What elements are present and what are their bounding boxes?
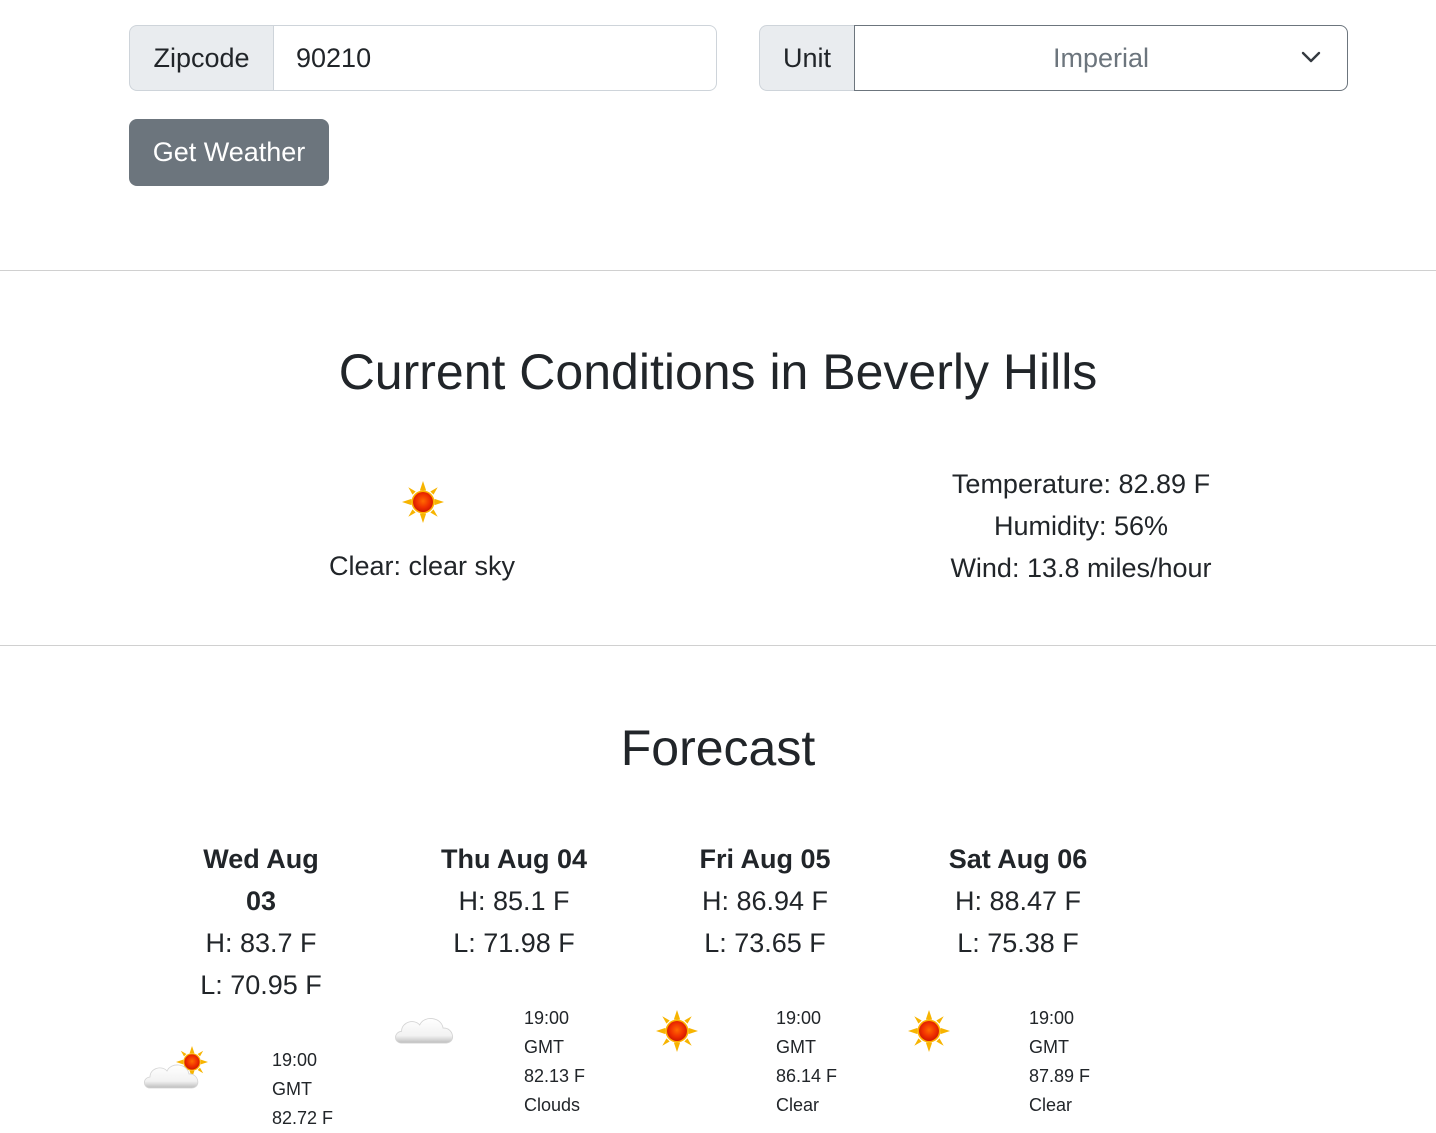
- slot-temp: 86.14 F: [776, 1066, 838, 1086]
- forecast-day-name: Fri Aug 05: [699, 844, 831, 874]
- slot-zone: GMT: [272, 1079, 312, 1099]
- partly-cloudy-icon: [143, 1046, 208, 1089]
- forecast-low: L: 73.65 F: [704, 928, 826, 958]
- forecast-day-name: Thu Aug 04: [441, 844, 587, 874]
- zipcode-label: Zipcode: [129, 25, 273, 91]
- forecast-high: H: 83.7 F: [205, 928, 317, 958]
- slot-zone: GMT: [1029, 1037, 1069, 1057]
- temperature-value: Temperature: 82.89 F: [951, 469, 1211, 499]
- unit-label: Unit: [759, 25, 854, 91]
- slot-time: 19:00: [524, 1008, 570, 1028]
- forecast-high: H: 85.1 F: [458, 886, 570, 916]
- slot-zone: GMT: [524, 1037, 564, 1057]
- clouds-icon: [395, 1018, 454, 1044]
- slot-temp: 82.72 F: [272, 1108, 334, 1128]
- current-conditions-title: Current Conditions in Beverly Hills: [338, 344, 1098, 400]
- wind-value: Wind: 13.8 miles/hour: [950, 553, 1212, 583]
- slot-time: 19:00: [776, 1008, 822, 1028]
- slot-condition: Clear: [1029, 1095, 1073, 1115]
- forecast-low: L: 70.95 F: [200, 970, 322, 1000]
- forecast-day: Fri Aug 05 H: 86.94 F L: 73.65 F: [680, 838, 850, 964]
- forecast-slot: 19:00 GMT 86.14 F Clear: [776, 1004, 837, 1120]
- zipcode-input-group: Zipcode 90210: [129, 25, 717, 91]
- zipcode-input[interactable]: 90210: [273, 25, 717, 91]
- forecast-low: L: 75.38 F: [957, 928, 1079, 958]
- slot-temp: 82.13 F: [524, 1066, 586, 1086]
- chevron-down-icon: [1301, 51, 1321, 63]
- forecast-day: Thu Aug 04 H: 85.1 F L: 71.98 F: [429, 838, 599, 964]
- current-description: Clear: clear sky: [328, 551, 516, 581]
- forecast-high: H: 88.47 F: [954, 886, 1082, 916]
- humidity-value: Humidity: 56%: [993, 511, 1169, 541]
- divider: [0, 645, 1436, 646]
- forecast-day-name-line2: 03: [245, 886, 277, 916]
- forecast-day-name: Wed Aug: [203, 844, 319, 874]
- get-weather-button[interactable]: Get Weather: [129, 119, 329, 186]
- slot-condition: Clouds: [524, 1095, 581, 1115]
- slot-time: 19:00: [272, 1050, 318, 1070]
- clear-sun-icon: [908, 1010, 950, 1052]
- unit-input-group: Unit Imperial: [759, 25, 1348, 91]
- unit-select[interactable]: Imperial: [854, 25, 1348, 91]
- unit-select-value: Imperial: [1052, 42, 1150, 73]
- forecast-high: H: 86.94 F: [701, 886, 829, 916]
- slot-zone: GMT: [776, 1037, 816, 1057]
- forecast-slot: 19:00 GMT 87.89 F Clear: [1029, 1004, 1090, 1120]
- clear-sky-sun-icon: [402, 481, 444, 523]
- forecast-day: Wed Aug 03 H: 83.7 F L: 70.95 F: [176, 838, 346, 1006]
- forecast-slot: 19:00 GMT 82.13 F Clouds: [524, 1004, 585, 1120]
- forecast-low: L: 71.98 F: [453, 928, 575, 958]
- divider: [0, 270, 1436, 271]
- forecast-title: Forecast: [620, 720, 816, 776]
- forecast-day: Sat Aug 06 H: 88.47 F L: 75.38 F: [933, 838, 1103, 964]
- forecast-slot: 19:00 GMT 82.72 F: [272, 1046, 333, 1133]
- slot-temp: 87.89 F: [1029, 1066, 1091, 1086]
- slot-condition: Clear: [776, 1095, 820, 1115]
- clear-sun-icon: [656, 1010, 698, 1052]
- slot-time: 19:00: [1029, 1008, 1075, 1028]
- current-stats: Temperature: 82.89 F Humidity: 56% Wind:…: [881, 463, 1281, 589]
- forecast-day-name: Sat Aug 06: [948, 844, 1088, 874]
